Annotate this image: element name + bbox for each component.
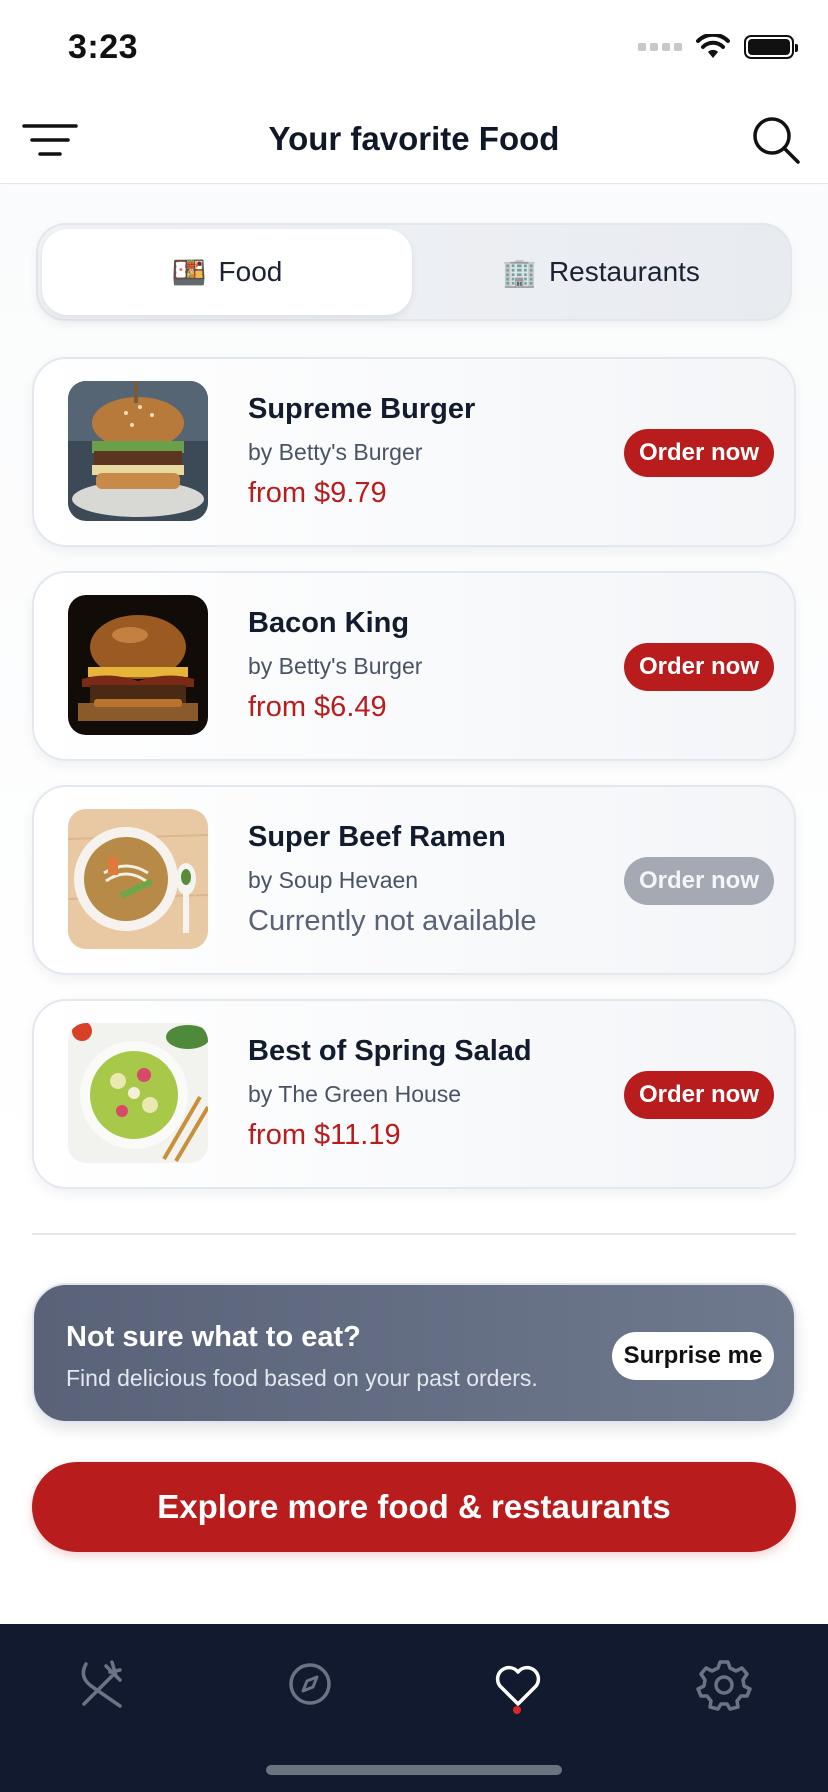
order-now-button[interactable]: Order now [624, 429, 774, 477]
food-name: Bacon King [248, 607, 410, 639]
food-card-supreme-burger[interactable]: Supreme Burger by Betty's Burger from $9… [32, 357, 796, 547]
availability-status: Currently not available [248, 905, 537, 937]
page-title: Your favorite Food [268, 120, 560, 157]
segmented-control: 🍱 Food 🏢 Restaurants [36, 223, 792, 321]
tab-restaurants[interactable]: 🏢 Restaurants [416, 229, 786, 315]
wifi-icon [696, 34, 730, 58]
food-price: from $9.79 [248, 477, 387, 509]
ramen-photo [68, 809, 208, 949]
tab-restaurants-label: Restaurants [548, 256, 700, 287]
food-restaurant: by Betty's Burger [248, 653, 423, 679]
gear-icon [696, 1660, 752, 1711]
food-card-super-beef-ramen[interactable]: Super Beef Ramen by Soup Hevaen Currentl… [32, 785, 796, 975]
cellular-signal-icon [638, 43, 682, 51]
tab-food[interactable]: 🍱 Food [42, 229, 412, 315]
order-now-button-disabled: Order now [624, 857, 774, 905]
active-tab-indicator [513, 1706, 521, 1714]
order-now-button[interactable]: Order now [624, 1071, 774, 1119]
status-bar: 3:23 [0, 0, 828, 96]
food-name: Super Beef Ramen [248, 821, 506, 853]
surprise-card: Not sure what to eat? Find delicious foo… [32, 1283, 796, 1423]
office-building-icon: 🏢 [502, 256, 537, 288]
search-icon [753, 117, 800, 164]
food-card-spring-salad[interactable]: Best of Spring Salad by The Green House … [32, 999, 796, 1189]
surprise-description: Find delicious food based on your past o… [66, 1365, 538, 1391]
status-time: 3:23 [68, 28, 139, 66]
food-restaurant: by Betty's Burger [248, 439, 423, 465]
food-card-bacon-king[interactable]: Bacon King by Betty's Burger from $6.49 … [32, 571, 796, 761]
food-price: from $6.49 [248, 691, 387, 723]
tab-favorites-nav[interactable] [488, 1654, 548, 1714]
surprise-title: Not sure what to eat? [66, 1321, 361, 1353]
food-price: from $11.19 [248, 1119, 401, 1151]
salad-photo [68, 1023, 208, 1163]
heart-icon [495, 1665, 541, 1706]
tab-food-label: Food [218, 256, 283, 287]
food-name: Supreme Burger [248, 393, 476, 425]
burger-photo [68, 595, 208, 735]
food-restaurant: by Soup Hevaen [248, 867, 419, 893]
home-indicator [266, 1765, 562, 1775]
tab-restaurants-nav[interactable] [72, 1654, 132, 1714]
compass-icon [289, 1663, 331, 1705]
favorites-content: 🍱 Food 🏢 Restaurants Supreme Burger by B… [0, 185, 828, 1210]
app-header: Your favorite Food [0, 96, 828, 184]
surprise-me-button[interactable]: Surprise me [612, 1332, 774, 1380]
order-now-button[interactable]: Order now [624, 643, 774, 691]
bento-box-icon: 🍱 [171, 256, 207, 288]
battery-icon [744, 35, 798, 59]
food-restaurant: by The Green House [248, 1081, 462, 1107]
fork-knife-icon [81, 1660, 122, 1708]
tab-settings-nav[interactable] [694, 1654, 754, 1714]
status-indicators [638, 34, 798, 60]
burger-photo [68, 381, 208, 521]
section-divider [32, 1233, 796, 1235]
search-button[interactable] [750, 114, 802, 166]
tab-explore-nav[interactable] [280, 1654, 340, 1714]
explore-more-button[interactable]: Explore more food & restaurants [32, 1462, 796, 1552]
food-name: Best of Spring Salad [248, 1035, 532, 1067]
food-list: Supreme Burger by Betty's Burger from $9… [32, 357, 796, 1213]
